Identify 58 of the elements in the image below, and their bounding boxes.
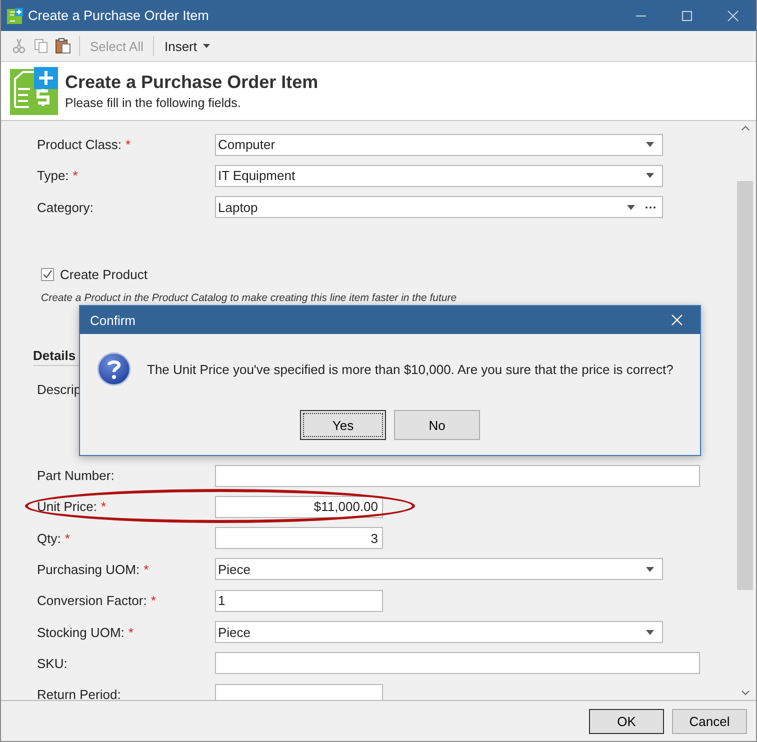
dropdown-arrow-icon[interactable] bbox=[627, 204, 635, 210]
dropdown-field[interactable]: IT Equipment bbox=[215, 164, 663, 187]
field-label: SKU: bbox=[37, 656, 68, 671]
required-marker: * bbox=[144, 562, 149, 577]
field-label: Part Number: bbox=[37, 468, 114, 484]
required-marker: * bbox=[126, 137, 131, 152]
dropdown-arrow-icon[interactable] bbox=[646, 630, 654, 635]
field-label: Purchasing UOM: bbox=[37, 562, 140, 577]
dropdown-field[interactable]: Piece bbox=[215, 621, 663, 644]
no-button[interactable]: No bbox=[394, 410, 480, 440]
dropdown-field[interactable]: Laptop bbox=[215, 196, 663, 218]
required-marker: * bbox=[128, 624, 134, 640]
field-label: Conversion Factor: bbox=[37, 593, 147, 608]
required-marker: * bbox=[72, 168, 78, 184]
maximize-icon[interactable] bbox=[681, 10, 693, 22]
required-marker: * bbox=[150, 593, 156, 608]
dialog-message: The Unit Price you've specified is more than $10,000. Are you sure that the price is correct? bbox=[147, 362, 674, 376]
ok-button[interactable]: OK bbox=[589, 708, 664, 734]
required-marker: * bbox=[64, 530, 70, 546]
document-plus-icon bbox=[7, 8, 23, 24]
text-field[interactable]: $11,000.00 bbox=[215, 496, 383, 518]
cancel-button[interactable]: Cancel bbox=[672, 708, 747, 734]
field-label: Category: bbox=[37, 200, 94, 215]
form-subtitle: Please fill in the following fields. bbox=[65, 96, 242, 110]
dropdown-arrow-icon[interactable] bbox=[646, 142, 654, 148]
text-field[interactable] bbox=[215, 684, 383, 700]
dropdown-arrow-icon[interactable] bbox=[646, 566, 654, 572]
scroll-down-icon[interactable] bbox=[740, 690, 750, 696]
dropdown-arrow-icon[interactable] bbox=[646, 173, 654, 178]
dropdown-field[interactable]: Piece bbox=[215, 558, 663, 580]
field-label: Product Class: bbox=[37, 137, 122, 152]
dialog-title: Confirm bbox=[90, 312, 136, 328]
text-field[interactable] bbox=[215, 652, 700, 674]
field-label: Unit Price: bbox=[37, 499, 97, 514]
question-icon bbox=[97, 352, 131, 386]
field-label: Type: bbox=[37, 168, 69, 184]
form-title: Create a Purchase Order Item bbox=[65, 72, 318, 93]
hint-text: Create a Product in the Product Catalog to make creating this line item faster in the future bbox=[40, 292, 458, 304]
text-field[interactable]: 1 bbox=[215, 590, 383, 612]
checkbox[interactable] bbox=[41, 268, 54, 281]
field-label: Return Period: bbox=[37, 687, 121, 700]
text-field[interactable]: 3 bbox=[215, 527, 383, 550]
checkbox-label: Create Product bbox=[60, 266, 148, 282]
window-title: Create a Purchase Order Item bbox=[28, 8, 209, 23]
dropdown-field[interactable]: Computer bbox=[215, 134, 663, 156]
ellipsis-icon[interactable] bbox=[645, 206, 656, 209]
close-icon[interactable] bbox=[727, 10, 739, 22]
document-dollar-plus-icon bbox=[10, 67, 58, 115]
field-label: Stocking UOM: bbox=[37, 624, 124, 640]
caret-icon bbox=[203, 44, 210, 48]
insert-menu-button[interactable]: Insert bbox=[162, 38, 212, 54]
field-label: Qty: bbox=[37, 530, 61, 546]
yes-button[interactable]: Yes bbox=[300, 410, 386, 440]
clipboard-icon[interactable] bbox=[55, 38, 71, 54]
scroll-up-icon[interactable] bbox=[740, 125, 750, 131]
required-marker: * bbox=[100, 499, 106, 514]
text-field[interactable] bbox=[215, 464, 700, 487]
section-heading: Details bbox=[33, 348, 76, 363]
